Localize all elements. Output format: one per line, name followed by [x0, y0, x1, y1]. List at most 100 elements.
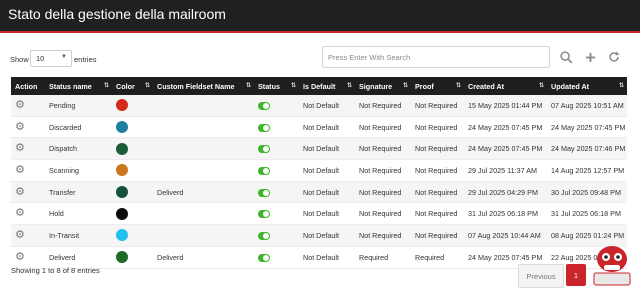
gear-icon[interactable]: ⚙	[15, 164, 25, 176]
status-toggle[interactable]	[258, 253, 270, 262]
updated-at: 24 May 2025 07:46 PM	[547, 137, 627, 161]
status-toggle[interactable]	[258, 123, 270, 132]
gear-icon[interactable]: ⚙	[15, 207, 25, 219]
search-button[interactable]	[555, 46, 577, 68]
column-header[interactable]: Updated At ⇅	[547, 77, 627, 95]
is-default: Not Default	[299, 202, 355, 226]
status-toggle[interactable]	[258, 188, 270, 197]
table-header-row: Action Status name ⇅ Color ⇅ Custom Fields…	[11, 77, 627, 95]
sort-icon: ⇅	[538, 83, 544, 89]
action-cell: ⚙	[11, 224, 45, 247]
chevron-down-icon: ▼	[61, 54, 67, 60]
is-default: Not Default	[299, 137, 355, 161]
signature: Not Required	[355, 202, 411, 226]
signature: Not Required	[355, 137, 411, 161]
top-bar: Stato della gestione della mailroom	[0, 0, 640, 33]
table-row: ⚙ Discarded Not Default Not Required Not Req…	[11, 116, 627, 139]
status-name: Pending	[45, 95, 112, 117]
updated-at: 14 Aug 2025 12:57 PM	[547, 159, 627, 182]
show-label: Show	[10, 55, 29, 64]
fieldset-name	[153, 137, 254, 161]
previous-button[interactable]: Previous	[518, 264, 564, 288]
refresh-icon	[609, 51, 620, 62]
status-cell	[254, 181, 299, 204]
search-box	[322, 46, 550, 68]
status-toggle[interactable]	[258, 166, 270, 175]
column-header[interactable]: Proof ⇅	[411, 77, 464, 95]
column-header[interactable]: Status ⇅	[254, 77, 299, 95]
entries-select[interactable]: 10 ▼	[30, 50, 72, 67]
proof: Not Required	[411, 95, 464, 117]
column-header[interactable]: Status name ⇅	[45, 77, 112, 95]
created-at: 07 Aug 2025 10:44 AM	[464, 224, 547, 247]
table-row: ⚙ Hold Not Default Not Required Not Required…	[11, 202, 627, 226]
refresh-button[interactable]	[603, 46, 625, 68]
gear-icon[interactable]: ⚙	[15, 186, 25, 198]
created-at: 24 May 2025 07:45 PM	[464, 116, 547, 139]
gear-icon[interactable]: ⚙	[15, 251, 25, 263]
color-cell	[112, 137, 153, 161]
created-at: 29 Jul 2025 04:29 PM	[464, 181, 547, 204]
column-header[interactable]: Created At ⇅	[464, 77, 547, 95]
status-cell	[254, 159, 299, 182]
sort-icon: ⇅	[103, 83, 109, 89]
updated-at: 31 Jul 2025 06:18 PM	[547, 202, 627, 226]
color-cell	[112, 246, 153, 269]
fieldset-name	[153, 202, 254, 226]
updated-at: 07 Aug 2025 10:51 AM	[547, 95, 627, 117]
gear-icon[interactable]: ⚙	[15, 142, 25, 154]
is-default: Not Default	[299, 246, 355, 269]
column-header: Action	[11, 77, 45, 95]
column-header[interactable]: Is Default ⇅	[299, 77, 355, 95]
proof: Not Required	[411, 181, 464, 204]
table-row: ⚙ In-Transit Not Default Not Required Not Re…	[11, 224, 627, 247]
action-cell: ⚙	[11, 116, 45, 139]
gear-icon[interactable]: ⚙	[15, 229, 25, 241]
color-swatch	[116, 142, 128, 155]
updated-at: 30 Jul 2025 09:48 PM	[547, 181, 627, 204]
status-table: Action Status name ⇅ Color ⇅ Custom Fields…	[11, 77, 627, 269]
sort-icon: ⇅	[402, 83, 408, 89]
gear-icon[interactable]: ⚙	[15, 121, 25, 133]
column-header[interactable]: Signature ⇅	[355, 77, 411, 95]
fieldset-name: Deliverd	[153, 246, 254, 269]
color-cell	[112, 95, 153, 117]
color-swatch	[116, 99, 128, 112]
status-cell	[254, 202, 299, 226]
table-info: Showing 1 to 8 of 8 entries	[11, 266, 100, 275]
proof: Not Required	[411, 202, 464, 226]
page-1-button[interactable]: 1	[566, 264, 586, 286]
proof: Not Required	[411, 224, 464, 247]
status-cell	[254, 246, 299, 269]
color-swatch	[116, 251, 128, 264]
sort-icon: ⇅	[618, 83, 624, 89]
status-name: Dispatch	[45, 137, 112, 161]
action-cell: ⚙	[11, 246, 45, 269]
status-toggle[interactable]	[258, 232, 270, 241]
sort-icon: ⇅	[245, 83, 251, 89]
is-default: Not Default	[299, 181, 355, 204]
proof: Required	[411, 246, 464, 269]
status-toggle[interactable]	[258, 101, 270, 110]
sort-icon: ⇅	[290, 83, 296, 89]
table-row: ⚙ Pending Not Default Not Required Not Requi…	[11, 95, 627, 117]
color-cell	[112, 224, 153, 247]
is-default: Not Default	[299, 224, 355, 247]
status-toggle[interactable]	[258, 145, 270, 154]
is-default: Not Default	[299, 116, 355, 139]
status-name: Hold	[45, 202, 112, 226]
search-input[interactable]	[323, 48, 538, 67]
gear-icon[interactable]: ⚙	[15, 99, 25, 111]
status-toggle[interactable]	[258, 210, 270, 219]
fieldset-name	[153, 224, 254, 247]
created-at: 24 May 2025 07:45 PM	[464, 137, 547, 161]
column-header[interactable]: Custom Fieldset Name ⇅	[153, 77, 254, 95]
column-header[interactable]: Color ⇅	[112, 77, 153, 95]
status-cell	[254, 224, 299, 247]
proof: Not Required	[411, 116, 464, 139]
page-title: Stato della gestione della mailroom	[8, 6, 226, 22]
created-at: 15 May 2025 01:44 PM	[464, 95, 547, 117]
add-button[interactable]	[579, 46, 601, 68]
is-default: Not Default	[299, 95, 355, 117]
status-name: Scanning	[45, 159, 112, 182]
